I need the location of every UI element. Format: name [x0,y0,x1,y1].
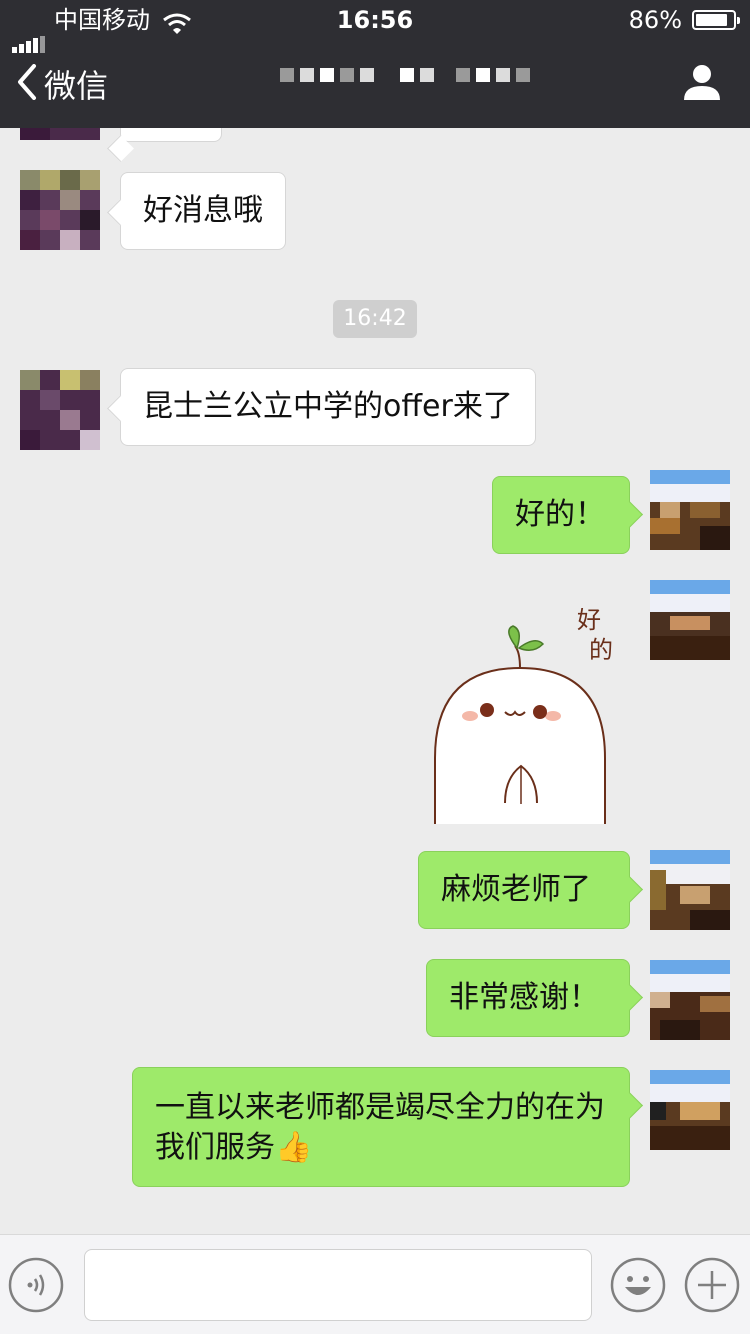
sticker-text-top: 好 [577,608,601,634]
message-text: 昆士兰公立中学的offer来了 [143,389,513,424]
emoji-button[interactable] [610,1257,666,1313]
chevron-left-icon [16,64,38,104]
self-avatar[interactable] [650,850,730,930]
voice-icon [8,1257,64,1317]
nav-bar: 微信 [0,40,750,128]
battery-percent: 86% [628,6,682,34]
status-bar: 中国移动 16:56 86% [0,0,750,53]
message-bubble-outgoing[interactable]: 麻烦老师了 [418,851,630,929]
message-text: 一直以来老师都是竭尽全力的在为我们服务👍 [155,1090,605,1165]
emoji-icon [610,1257,666,1317]
self-avatar[interactable] [650,1070,730,1150]
battery-level [696,14,727,26]
message-bubble-outgoing[interactable]: 非常感谢！ [426,959,630,1037]
back-label: 微信 [44,67,109,105]
timestamp-divider: 16:42 [333,300,417,338]
chat-title-pixelated [280,68,530,82]
back-button[interactable]: 微信 [16,62,108,106]
input-bar [0,1234,750,1334]
user-profile-icon [682,65,722,106]
message-input[interactable] [84,1249,592,1321]
voice-button[interactable] [8,1257,64,1313]
chat-area[interactable]: 好消息哦 16:42 昆士兰公立中学的offer来了 好的！ 好 的 麻烦老师了… [0,128,750,1234]
battery-icon [692,10,740,30]
message-bubble-outgoing[interactable]: 好的！ [492,476,630,554]
sticker-text-bottom: 的 [589,636,613,664]
sticker-message[interactable]: 好 的 [425,606,615,828]
contact-avatar[interactable] [20,170,100,250]
chat-info-button[interactable] [682,62,722,106]
contact-avatar[interactable] [20,128,100,140]
more-button[interactable] [684,1257,740,1313]
top-bar: 中国移动 16:56 86% 微信 [0,0,750,128]
message-bubble-incoming[interactable]: 好消息哦 [120,172,286,250]
message-bubble-partial[interactable] [120,128,222,142]
message-text: 麻烦老师了 [441,872,591,907]
message-text: 好的！ [515,497,605,532]
self-avatar[interactable] [650,580,730,660]
self-avatar[interactable] [650,470,730,550]
message-bubble-incoming[interactable]: 昆士兰公立中学的offer来了 [120,368,536,446]
message-text: 非常感谢！ [449,980,599,1015]
self-avatar[interactable] [650,960,730,1040]
plus-icon [684,1257,740,1317]
contact-avatar[interactable] [20,370,100,450]
message-bubble-outgoing[interactable]: 一直以来老师都是竭尽全力的在为我们服务👍 [132,1067,630,1187]
message-text: 好消息哦 [143,193,263,228]
